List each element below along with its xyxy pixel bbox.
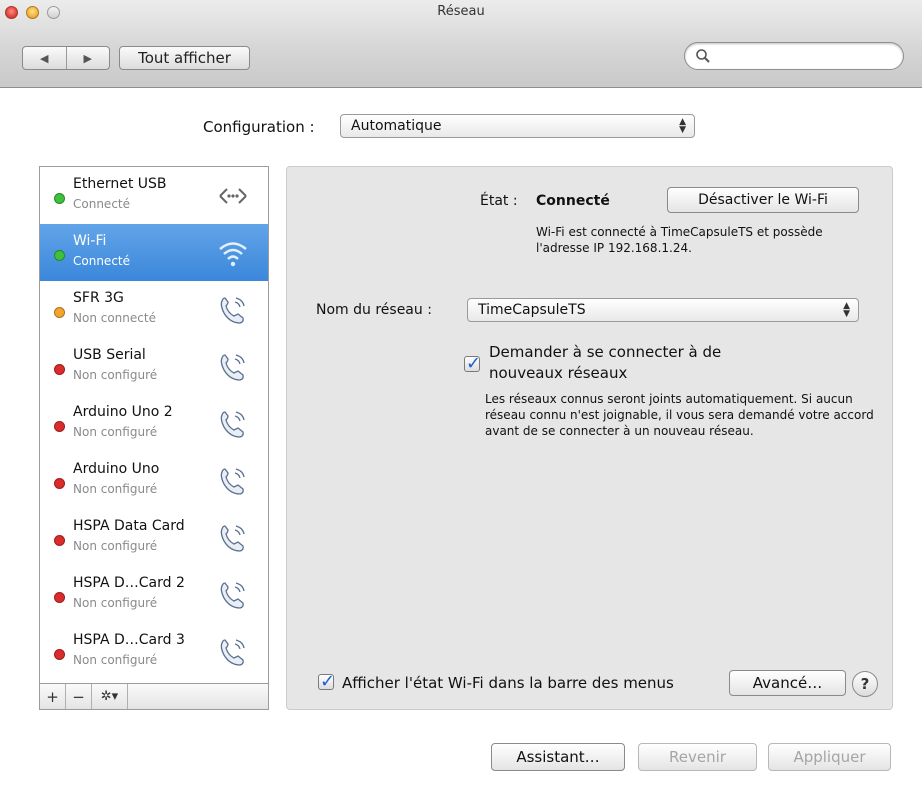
status-dot-icon (54, 193, 65, 204)
network-name-label: Nom du réseau : (316, 302, 432, 318)
service-item[interactable]: Arduino Uno Non configuré (40, 452, 268, 509)
service-status: Connecté (73, 254, 130, 268)
disable-wifi-button[interactable]: Désactiver le Wi-Fi (667, 187, 859, 213)
show-wifi-status-checkbox[interactable]: ✓ (318, 671, 336, 692)
service-name: HSPA Data Card (73, 518, 185, 534)
status-dot-icon (54, 421, 65, 432)
services-toolbar: + − ✲▾ (40, 683, 268, 709)
search-input[interactable] (684, 42, 904, 70)
back-forward-control: ◀ ▶ (22, 46, 110, 70)
service-name: Arduino Uno (73, 461, 160, 477)
checkmark-icon: ✓ (466, 353, 482, 374)
phone-icon (216, 407, 250, 441)
popup-arrows-icon: ▲ ▼ (843, 301, 850, 319)
phone-icon (216, 521, 250, 555)
ask-join-checkbox[interactable]: ✓ (464, 353, 482, 374)
phone-icon (216, 578, 250, 612)
service-item[interactable]: Wi-Fi Connecté (40, 224, 268, 281)
service-status: Connecté (73, 197, 130, 211)
checkmark-icon: ✓ (320, 671, 336, 692)
show-wifi-status-label[interactable]: Afficher l'état Wi-Fi dans la barre des … (342, 674, 674, 692)
service-item[interactable]: Ethernet USB Connecté (40, 167, 268, 224)
status-dot-icon (54, 364, 65, 375)
forward-button[interactable]: ▶ (67, 47, 110, 69)
service-item[interactable]: HSPA D…Card 2 Non configuré (40, 566, 268, 623)
popup-arrows-icon: ▲ ▼ (679, 117, 686, 135)
service-name: SFR 3G (73, 290, 124, 306)
action-menu-button[interactable]: ✲▾ (92, 684, 128, 709)
service-status: Non configuré (73, 368, 158, 382)
ask-join-label[interactable]: Demander à se connecter à de nouveaux ré… (489, 342, 789, 384)
service-status: Non configuré (73, 482, 158, 496)
service-item[interactable]: HSPA Data Card Non configuré (40, 509, 268, 566)
service-item[interactable]: Arduino Uno 2 Non configuré (40, 395, 268, 452)
ask-join-description: Les réseaux connus seront joints automat… (485, 392, 874, 438)
service-status: Non configuré (73, 653, 158, 667)
phone-icon (216, 464, 250, 498)
status-dot-icon (54, 250, 65, 261)
configuration-value: Automatique (351, 118, 442, 134)
status-dot-icon (54, 535, 65, 546)
network-name-value: TimeCapsuleTS (478, 302, 586, 318)
service-status: Non configuré (73, 596, 158, 610)
ethernet-icon (216, 179, 250, 213)
search-icon (696, 49, 710, 63)
service-name: HSPA D…Card 3 (73, 632, 185, 648)
service-status: Non configuré (73, 425, 158, 439)
phone-icon (216, 635, 250, 669)
service-name: Ethernet USB (73, 176, 167, 192)
status-dot-icon (54, 592, 65, 603)
state-value: Connecté (536, 193, 610, 209)
configuration-popup[interactable]: Automatique ▲ ▼ (340, 114, 695, 138)
service-item[interactable]: SFR 3G Non connecté (40, 281, 268, 338)
window-title: Réseau (437, 4, 485, 19)
network-name-popup[interactable]: TimeCapsuleTS ▲ ▼ (467, 298, 859, 322)
service-name: HSPA D…Card 2 (73, 575, 185, 591)
service-item[interactable]: HSPA D…Card 3 Non configuré (40, 623, 268, 680)
advanced-button[interactable]: Avancé… (729, 670, 846, 696)
services-list: Ethernet USB Connecté Wi-Fi Connecté SFR 3G N… (39, 166, 269, 710)
phone-icon (216, 350, 250, 384)
window-toolbar: Réseau ◀ ▶ Tout afficher (0, 0, 922, 88)
show-all-button[interactable]: Tout afficher (119, 46, 250, 70)
add-service-button[interactable]: + (40, 684, 66, 709)
wifi-icon (216, 236, 250, 270)
service-name: Wi-Fi (73, 233, 107, 249)
service-name: USB Serial (73, 347, 146, 363)
remove-service-button[interactable]: − (66, 684, 92, 709)
service-status: Non connecté (73, 311, 156, 325)
status-dot-icon (54, 649, 65, 660)
service-item[interactable]: USB Serial Non configuré (40, 338, 268, 395)
state-label: État : (480, 193, 518, 209)
configuration-label: Configuration : (203, 118, 315, 136)
wifi-description: Wi-Fi est connecté à TimeCapsuleTS et po… (536, 225, 823, 255)
phone-icon (216, 293, 250, 327)
status-dot-icon (54, 478, 65, 489)
apply-button[interactable]: Appliquer (768, 743, 891, 771)
assistant-button[interactable]: Assistant… (491, 743, 625, 771)
revert-button[interactable]: Revenir (638, 743, 757, 771)
service-name: Arduino Uno 2 (73, 404, 173, 420)
status-dot-icon (54, 307, 65, 318)
help-button[interactable]: ? (852, 671, 878, 697)
service-status: Non configuré (73, 539, 158, 553)
back-button[interactable]: ◀ (23, 47, 67, 69)
